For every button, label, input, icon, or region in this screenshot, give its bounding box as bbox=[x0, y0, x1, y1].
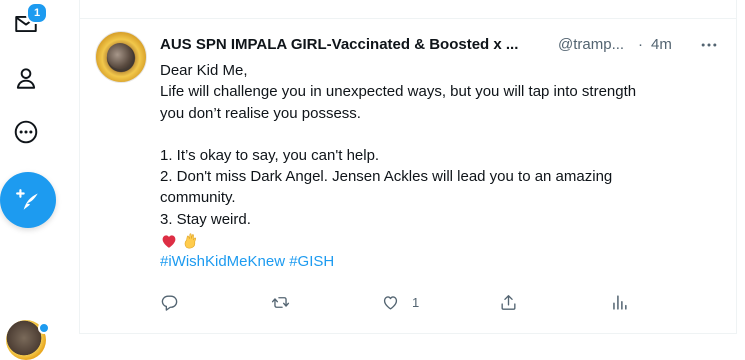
divider bbox=[80, 18, 736, 19]
avatar-photo bbox=[107, 43, 133, 69]
profile-icon bbox=[16, 68, 36, 89]
tweet-timestamp[interactable]: 4m bbox=[651, 36, 672, 53]
tweet-actions: 1 bbox=[160, 290, 720, 314]
nav-profile[interactable] bbox=[6, 58, 46, 98]
compose-tweet-icon bbox=[16, 189, 38, 210]
analytics-icon bbox=[613, 294, 627, 310]
red-heart-emoji-icon bbox=[162, 234, 176, 248]
timeline-column: AUS SPN IMPALA GIRL-Vaccinated & Boosted… bbox=[79, 0, 737, 334]
hashtag-link[interactable]: #GISH bbox=[289, 253, 334, 270]
tweet-line: 2. Don't miss Dark Angel. Jensen Ackles … bbox=[160, 168, 613, 186]
compose-tweet-button[interactable] bbox=[0, 172, 56, 228]
tweet-line: Dear Kid Me, bbox=[160, 62, 248, 79]
more-circle-icon bbox=[14, 120, 38, 144]
retweet-button[interactable] bbox=[271, 290, 290, 314]
share-icon bbox=[501, 294, 516, 310]
tweet-text: Dear Kid Me, Life will challenge you in … bbox=[160, 60, 720, 272]
like-button[interactable]: 1 bbox=[381, 290, 419, 314]
hashtag-row: #iWishKidMeKnew #GISH bbox=[160, 251, 720, 272]
account-status-dot bbox=[38, 322, 50, 334]
notification-badge: 1 bbox=[26, 2, 48, 24]
separator-dot: · bbox=[638, 36, 643, 53]
retweet-icon bbox=[271, 296, 290, 308]
nav-more[interactable] bbox=[6, 112, 46, 152]
like-count: 1 bbox=[412, 294, 420, 310]
tweet-line: community. bbox=[160, 189, 236, 207]
hashtag-link[interactable]: #iWishKidMeKnew bbox=[160, 253, 285, 270]
side-nav: 1 bbox=[0, 0, 78, 360]
author-display-name[interactable]: AUS SPN IMPALA GIRL-Vaccinated & Boosted… bbox=[160, 36, 518, 53]
tweet-line bbox=[160, 124, 720, 145]
emoji-row bbox=[160, 230, 720, 251]
reply-icon bbox=[161, 294, 178, 311]
tweet-line: you don’t realise you possess. bbox=[160, 104, 361, 122]
author-handle[interactable]: @tramp... bbox=[558, 36, 624, 53]
tweet-line: Life will challenge you in unexpected wa… bbox=[160, 83, 637, 101]
analytics-button[interactable] bbox=[610, 290, 629, 314]
tweet-line: 1. It’s okay to say, you can't help. bbox=[160, 146, 380, 164]
tweet-line: 3. Stay weird. bbox=[160, 210, 251, 228]
tweet-header: AUS SPN IMPALA GIRL-Vaccinated & Boosted… bbox=[160, 34, 722, 56]
pinched-fingers-emoji-icon bbox=[184, 232, 197, 248]
share-button[interactable] bbox=[499, 290, 518, 314]
more-horizontal-icon bbox=[701, 43, 717, 47]
heart-icon bbox=[383, 295, 398, 310]
tweet-more-button[interactable] bbox=[694, 30, 724, 60]
reply-button[interactable] bbox=[160, 290, 179, 314]
